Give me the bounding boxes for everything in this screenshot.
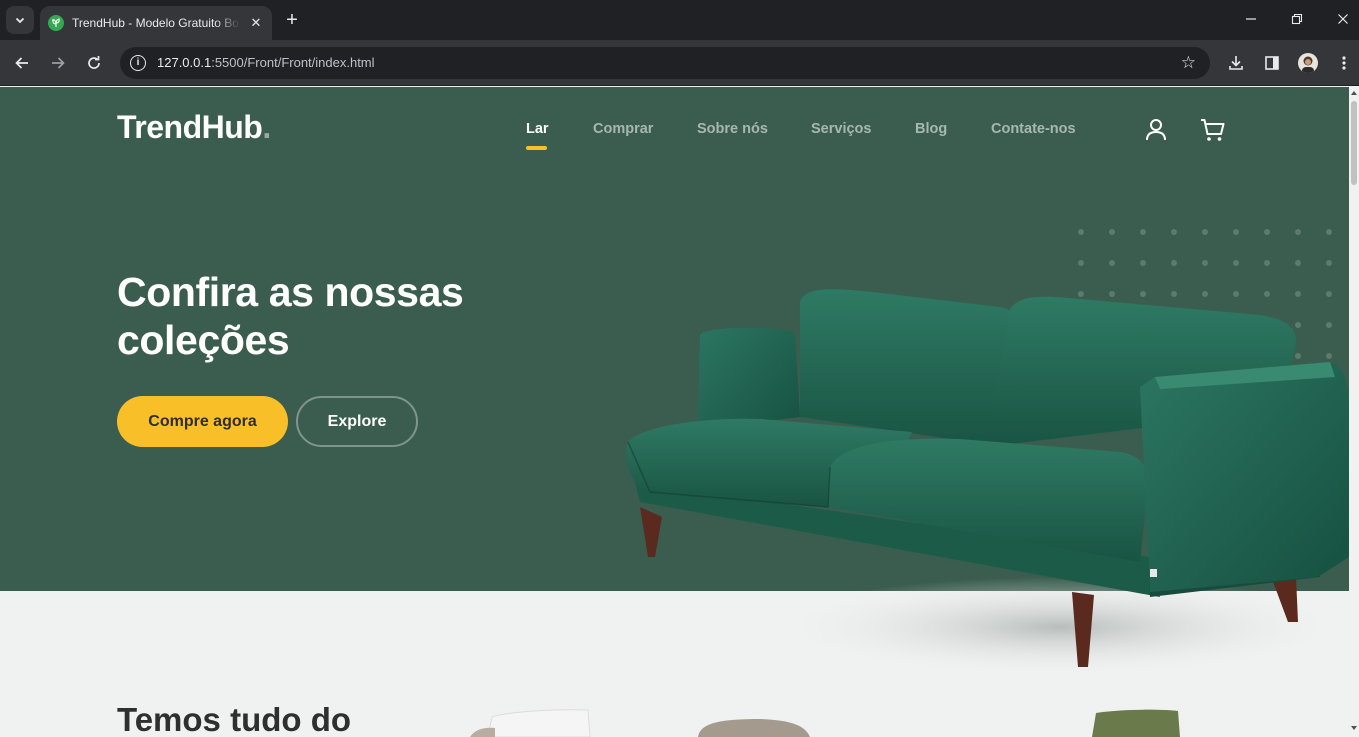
minimize-icon bbox=[1246, 18, 1256, 20]
chevron-down-icon bbox=[15, 17, 25, 24]
address-bar[interactable]: i 127.0.0.1:5500/Front/Front/index.html … bbox=[120, 47, 1210, 79]
url-host: 127.0.0.1 bbox=[157, 55, 212, 70]
tab-search-button[interactable] bbox=[6, 6, 34, 34]
bookmark-star-icon[interactable]: ☆ bbox=[1181, 53, 1196, 73]
browser-menu-button[interactable] bbox=[1332, 51, 1356, 75]
leaf-icon bbox=[48, 15, 64, 31]
download-icon bbox=[1229, 56, 1243, 70]
tab-title: TrendHub - Modelo Gratuito Bootstrap bbox=[72, 16, 240, 30]
browser-tab-strip: TrendHub - Modelo Gratuito Bootstrap ✕ + bbox=[0, 0, 1359, 40]
arrow-right-icon bbox=[52, 57, 65, 69]
scroll-down-arrow-icon[interactable] bbox=[1351, 726, 1357, 730]
new-tab-button[interactable]: + bbox=[282, 8, 302, 32]
downloads-button[interactable] bbox=[1224, 51, 1248, 75]
forward-button[interactable] bbox=[46, 51, 70, 75]
restore-icon bbox=[1291, 13, 1303, 25]
url-path: :5500/Front/Front/index.html bbox=[211, 55, 375, 70]
browser-toolbar: i 127.0.0.1:5500/Front/Front/index.html … bbox=[0, 40, 1359, 86]
minimize-button[interactable] bbox=[1228, 8, 1274, 32]
scrollbar-thumb[interactable] bbox=[1351, 101, 1357, 185]
restore-button[interactable] bbox=[1274, 8, 1320, 32]
reload-icon bbox=[88, 56, 100, 69]
more-vertical-icon bbox=[1342, 56, 1346, 70]
reload-button[interactable] bbox=[82, 51, 106, 75]
scroll-up-arrow-icon[interactable] bbox=[1351, 91, 1357, 95]
product-thumbnails-peek bbox=[470, 709, 1180, 737]
close-window-button[interactable] bbox=[1320, 8, 1359, 32]
page-scrollbar[interactable] bbox=[1349, 87, 1359, 737]
back-button[interactable] bbox=[10, 51, 34, 75]
profile-avatar[interactable] bbox=[1298, 53, 1318, 73]
web-page: TrendHub. Lar Comprar Sobre nós Serviços… bbox=[0, 87, 1349, 737]
close-icon bbox=[1338, 14, 1348, 24]
url-text[interactable]: 127.0.0.1:5500/Front/Front/index.html bbox=[157, 55, 375, 70]
site-info-icon[interactable]: i bbox=[130, 55, 146, 71]
tab-close-icon[interactable]: ✕ bbox=[248, 15, 264, 31]
side-panel-icon bbox=[1265, 56, 1279, 70]
side-panel-button[interactable] bbox=[1260, 51, 1284, 75]
browser-tab-active[interactable]: TrendHub - Modelo Gratuito Bootstrap ✕ bbox=[40, 6, 272, 40]
arrow-left-icon bbox=[15, 57, 28, 69]
